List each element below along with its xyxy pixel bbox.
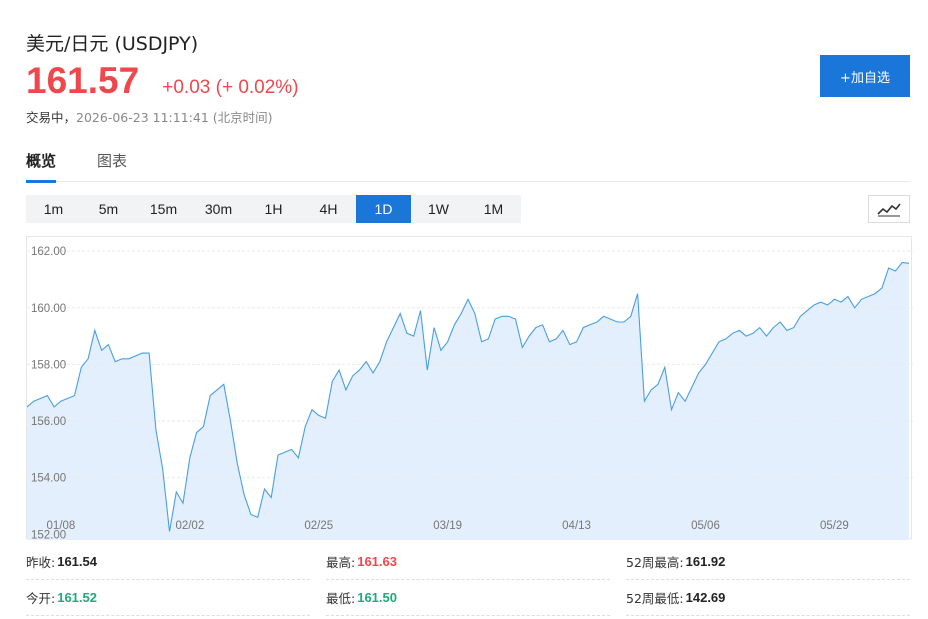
y-tick-label: 158.00 — [31, 359, 66, 371]
status-label: 交易中， — [26, 110, 77, 125]
tab-bar: 概览 图表 — [26, 148, 910, 183]
price-row: 161.57 +0.03 (+ 0.02%) — [26, 60, 299, 102]
stat-label: 昨收: — [26, 555, 56, 570]
x-tick-label: 03/19 — [433, 520, 462, 532]
price-chart-svg: 162.00160.00158.00156.00154.00152.0001/0… — [27, 246, 913, 540]
price-area — [27, 262, 909, 540]
stat-52w-low: 52周最低: 142.69 — [626, 580, 910, 616]
status-time: 2026-06-23 11:11:41 (北京时间) — [76, 110, 273, 125]
price-change: +0.03 (+ 0.02%) — [162, 77, 299, 98]
stat-low: 最低: 161.50 — [326, 580, 610, 616]
range-4h[interactable]: 4H — [301, 195, 356, 223]
x-tick-label: 05/29 — [820, 520, 849, 532]
x-tick-label: 01/08 — [47, 520, 76, 532]
time-range-selector: 1m 5m 15m 30m 1H 4H 1D 1W 1M — [26, 195, 521, 223]
range-30m[interactable]: 30m — [191, 195, 246, 223]
add-to-watchlist-button[interactable]: +加自选 — [820, 55, 910, 97]
y-tick-label: 156.00 — [31, 416, 66, 428]
stat-label: 最低: — [326, 591, 356, 606]
stat-label: 最高: — [326, 555, 356, 570]
range-1mo[interactable]: 1M — [466, 195, 521, 223]
x-tick-label: 05/06 — [691, 520, 720, 532]
price-chart[interactable]: 162.00 160.00 158.00 156.00 154.00 152.00 01/0… — [26, 236, 913, 540]
stat-52w-high: 52周最高: 161.92 — [626, 544, 910, 580]
stat-label: 52周最低: — [626, 591, 684, 606]
stat-high: 最高: 161.63 — [326, 544, 610, 580]
y-tick-label: 162.00 — [31, 246, 66, 258]
line-chart-icon — [877, 203, 901, 217]
stat-label: 今开: — [26, 591, 56, 606]
stat-label: 52周最高: — [626, 555, 684, 570]
stat-open: 今开: 161.52 — [26, 580, 310, 616]
stat-value: 142.69 — [685, 590, 726, 605]
stat-value: 161.50 — [357, 590, 397, 605]
range-15m[interactable]: 15m — [136, 195, 191, 223]
instrument-title: 美元/日元 (USDJPY) — [26, 33, 199, 55]
y-tick-label: 154.00 — [31, 473, 66, 485]
range-5m[interactable]: 5m — [81, 195, 136, 223]
stat-value: 161.52 — [57, 590, 97, 605]
range-1m[interactable]: 1m — [26, 195, 81, 223]
stat-value: 161.92 — [685, 554, 726, 569]
chart-type-toggle-button[interactable] — [868, 195, 910, 223]
tab-chart[interactable]: 图表 — [97, 150, 127, 182]
tab-overview[interactable]: 概览 — [26, 150, 57, 183]
range-1w[interactable]: 1W — [411, 195, 466, 223]
stat-prev-close: 昨收: 161.54 — [26, 544, 310, 580]
range-1h[interactable]: 1H — [246, 195, 301, 223]
x-tick-label: 04/13 — [562, 520, 591, 532]
range-1d[interactable]: 1D — [356, 195, 411, 223]
stat-value: 161.63 — [357, 554, 397, 569]
x-tick-label: 02/25 — [304, 520, 333, 532]
trading-status: 交易中，2026-06-23 11:11:41 (北京时间) — [26, 107, 273, 126]
y-tick-label: 160.00 — [31, 303, 66, 315]
stat-value: 161.54 — [57, 554, 97, 569]
current-price: 161.57 — [26, 60, 140, 101]
x-tick-label: 02/02 — [175, 520, 204, 532]
